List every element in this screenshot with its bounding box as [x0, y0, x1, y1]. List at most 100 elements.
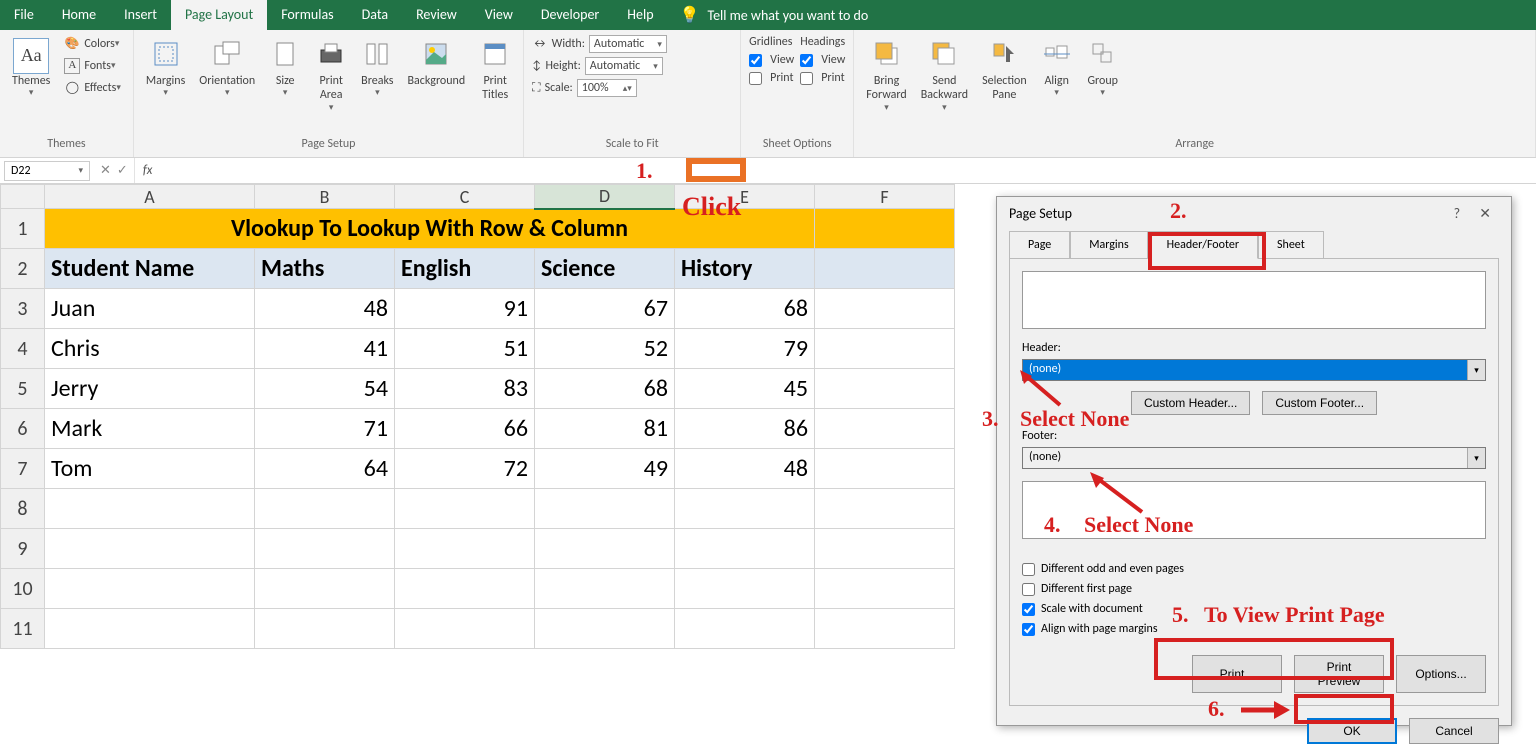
diff-odd-even-checkbox[interactable]: Different odd and even pages	[1022, 559, 1486, 579]
cell[interactable]	[45, 569, 255, 609]
cell[interactable]	[535, 529, 675, 569]
tab-home[interactable]: Home	[48, 0, 110, 30]
cell[interactable]	[815, 609, 955, 649]
cell[interactable]	[395, 529, 535, 569]
cell[interactable]: 48	[675, 449, 815, 489]
dialog-tab-header-footer[interactable]: Header/Footer	[1148, 231, 1258, 259]
col-header-B[interactable]: B	[255, 185, 395, 209]
cell[interactable]	[45, 609, 255, 649]
table-header-cell[interactable]: History	[675, 249, 815, 289]
footer-combo[interactable]: (none) ▾	[1022, 447, 1486, 469]
options-button[interactable]: Options...	[1396, 655, 1486, 693]
effects-button[interactable]: ◯Effects▾	[60, 78, 124, 98]
cell[interactable]: Juan	[45, 289, 255, 329]
fonts-button[interactable]: AFonts▾	[60, 56, 124, 76]
cell[interactable]: 51	[395, 329, 535, 369]
row-header-5[interactable]: 5	[1, 369, 45, 409]
scale-width-combo[interactable]: Automatic▾	[589, 35, 667, 53]
dialog-help-button[interactable]: ?	[1446, 205, 1469, 222]
cell[interactable]: 79	[675, 329, 815, 369]
table-header-cell[interactable]: Science	[535, 249, 675, 289]
table-header-cell[interactable]: English	[395, 249, 535, 289]
name-box[interactable]: D22▾	[4, 161, 90, 181]
cell[interactable]	[675, 489, 815, 529]
cell[interactable]: 83	[395, 369, 535, 409]
cell[interactable]: 48	[255, 289, 395, 329]
col-header-E[interactable]: E	[675, 185, 815, 209]
tab-review[interactable]: Review	[402, 0, 471, 30]
print-titles-button[interactable]: Print Titles	[475, 34, 515, 107]
row-header-6[interactable]: 6	[1, 409, 45, 449]
cell[interactable]	[395, 609, 535, 649]
cell[interactable]: 71	[255, 409, 395, 449]
cell[interactable]: Mark	[45, 409, 255, 449]
cell[interactable]	[395, 569, 535, 609]
chevron-down-icon[interactable]: ▾	[1467, 360, 1485, 380]
scale-with-doc-checkbox[interactable]: Scale with document	[1022, 599, 1486, 619]
row-header-1[interactable]: 1	[1, 209, 45, 249]
row-header-7[interactable]: 7	[1, 449, 45, 489]
cell[interactable]: 81	[535, 409, 675, 449]
row-header-4[interactable]: 4	[1, 329, 45, 369]
dialog-tab-sheet[interactable]: Sheet	[1258, 231, 1324, 259]
cell[interactable]	[255, 609, 395, 649]
gridlines-print-checkbox[interactable]: Print	[749, 70, 794, 86]
custom-footer-button[interactable]: Custom Footer...	[1262, 391, 1377, 415]
cell[interactable]: 52	[535, 329, 675, 369]
cell[interactable]	[535, 609, 675, 649]
size-button[interactable]: Size▾	[265, 34, 305, 103]
scale-height-combo[interactable]: Automatic▾	[585, 57, 663, 75]
ok-button[interactable]: OK	[1307, 718, 1397, 744]
col-header-A[interactable]: A	[45, 185, 255, 209]
cell[interactable]: 54	[255, 369, 395, 409]
tab-insert[interactable]: Insert	[110, 0, 171, 30]
align-with-margins-checkbox[interactable]: Align with page margins	[1022, 619, 1486, 639]
cell[interactable]: 86	[675, 409, 815, 449]
bring-forward-button[interactable]: Bring Forward▾	[862, 34, 910, 118]
tab-data[interactable]: Data	[348, 0, 402, 30]
cell[interactable]: 41	[255, 329, 395, 369]
cell[interactable]: Jerry	[45, 369, 255, 409]
col-header-D[interactable]: D	[535, 185, 675, 209]
cell[interactable]	[45, 529, 255, 569]
cell[interactable]	[675, 569, 815, 609]
tab-developer[interactable]: Developer	[527, 0, 613, 30]
cell[interactable]	[815, 489, 955, 529]
selection-pane-button[interactable]: Selection Pane	[978, 34, 1031, 107]
cell[interactable]	[535, 569, 675, 609]
cancel-button[interactable]: Cancel	[1409, 718, 1499, 744]
cell[interactable]	[675, 529, 815, 569]
row-header-11[interactable]: 11	[1, 609, 45, 649]
cell[interactable]: 64	[255, 449, 395, 489]
table-header-cell[interactable]: Maths	[255, 249, 395, 289]
cell[interactable]	[255, 489, 395, 529]
col-header-F[interactable]: F	[815, 185, 955, 209]
cancel-formula-icon[interactable]: ✕	[100, 163, 111, 178]
align-button[interactable]: Align▾	[1037, 34, 1077, 103]
cell[interactable]	[255, 569, 395, 609]
title-cell[interactable]: Vlookup To Lookup With Row & Column	[45, 209, 815, 249]
col-header-C[interactable]: C	[395, 185, 535, 209]
tab-file[interactable]: File	[0, 0, 48, 30]
cell[interactable]	[815, 569, 955, 609]
dialog-close-button[interactable]: ✕	[1471, 205, 1499, 222]
grid[interactable]: ABCDEF 1Vlookup To Lookup With Row & Colu…	[0, 184, 955, 649]
headings-print-checkbox[interactable]: Print	[800, 70, 845, 86]
cell[interactable]: 67	[535, 289, 675, 329]
print-preview-button[interactable]: Print Preview	[1294, 655, 1384, 693]
row-header-8[interactable]: 8	[1, 489, 45, 529]
tab-help[interactable]: Help	[613, 0, 667, 30]
themes-button[interactable]: Aa Themes ▾	[8, 34, 54, 103]
cell[interactable]: 91	[395, 289, 535, 329]
cell[interactable]: 68	[675, 289, 815, 329]
cell[interactable]: 68	[535, 369, 675, 409]
tab-page-layout[interactable]: Page Layout	[171, 0, 267, 30]
row-header-9[interactable]: 9	[1, 529, 45, 569]
tell-me[interactable]: 💡 Tell me what you want to do	[668, 0, 881, 30]
group-objects-button[interactable]: Group▾	[1083, 34, 1123, 103]
breaks-button[interactable]: Breaks▾	[357, 34, 397, 103]
gridlines-view-checkbox[interactable]: View	[749, 52, 794, 68]
cell[interactable]	[815, 529, 955, 569]
cell[interactable]	[395, 489, 535, 529]
cell[interactable]: 45	[675, 369, 815, 409]
